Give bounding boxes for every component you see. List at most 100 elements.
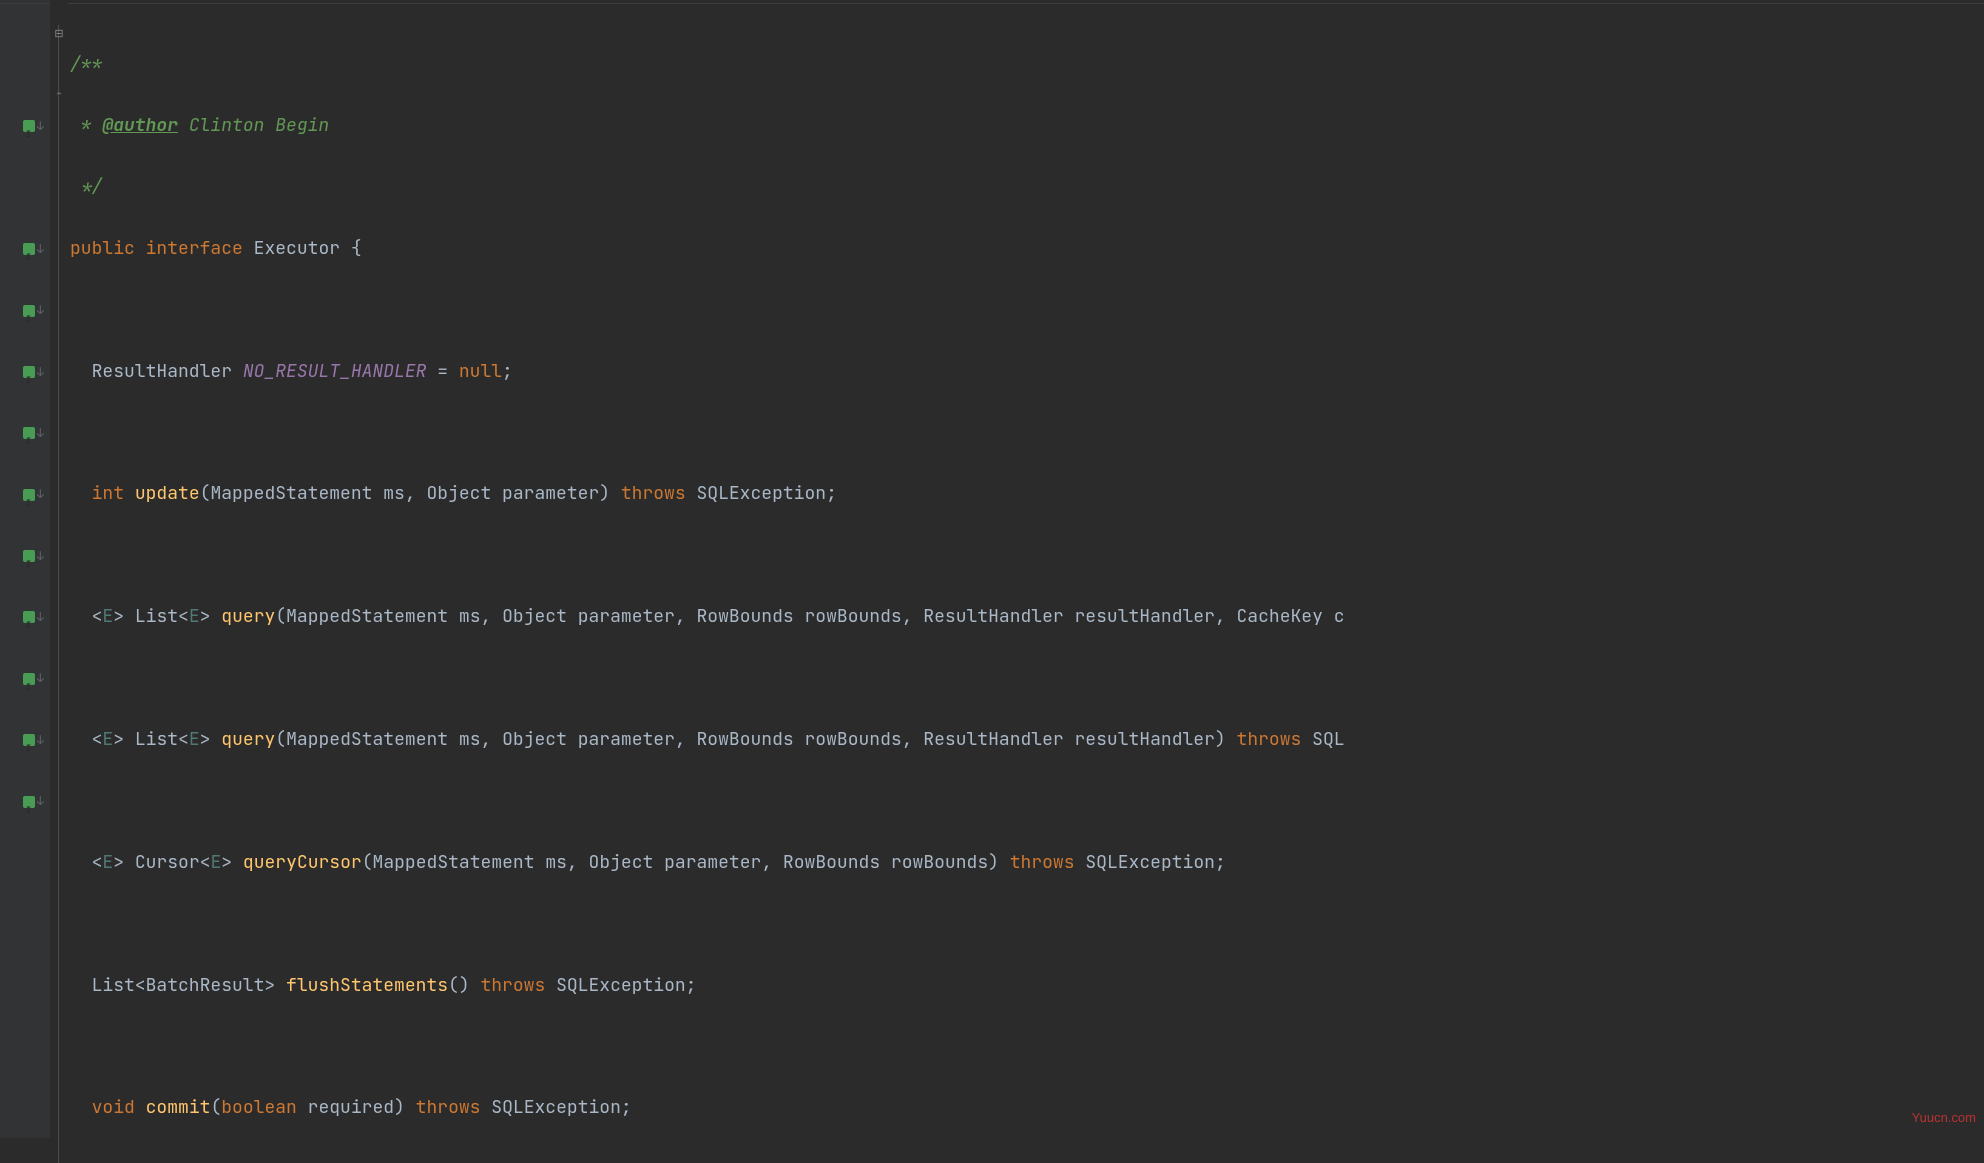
gutter-row[interactable] <box>0 19 50 50</box>
method-name: update <box>135 482 200 505</box>
top-border <box>0 3 1984 4</box>
code-line[interactable]: public interface Executor { <box>70 234 1984 265</box>
code-line[interactable]: * @author Clinton Begin <box>70 111 1984 142</box>
method-name: commit <box>146 1096 211 1119</box>
gutter-row[interactable]: ↓ <box>0 479 50 510</box>
code-line[interactable]: <E> List<E> query(MappedStatement ms, Ob… <box>70 602 1984 633</box>
operator: = <box>426 360 458 383</box>
keyword: throws <box>1237 728 1302 751</box>
doc-comment: /** <box>70 53 102 76</box>
fold-close-icon[interactable] <box>50 80 68 111</box>
keyword: null <box>459 360 502 383</box>
gutter-row[interactable] <box>0 50 50 81</box>
params: required) <box>297 1096 405 1119</box>
implementation-icon[interactable] <box>23 796 35 808</box>
code-line[interactable] <box>70 1032 1984 1063</box>
down-arrow-icon[interactable]: ↓ <box>37 479 44 510</box>
keyword: throws <box>621 482 686 505</box>
code-line[interactable]: List<BatchResult> flushStatements() thro… <box>70 971 1984 1002</box>
code-line[interactable]: */ <box>70 172 1984 203</box>
keyword: throws <box>480 974 545 997</box>
implementation-icon[interactable] <box>23 673 35 685</box>
code-line[interactable] <box>70 786 1984 817</box>
watermark: Yuucn.com <box>1912 1103 1976 1134</box>
gutter-row[interactable]: ↓ <box>0 786 50 817</box>
implementation-icon[interactable] <box>23 366 35 378</box>
keyword: throws <box>416 1096 481 1119</box>
fold-column[interactable] <box>50 0 68 1138</box>
code-line[interactable] <box>70 664 1984 695</box>
fold-guide <box>58 25 59 1163</box>
type: List<E> <box>135 605 211 628</box>
implementation-icon[interactable] <box>23 243 35 255</box>
method-name: queryCursor <box>243 851 362 874</box>
type: ResultHandler <box>92 360 232 383</box>
down-arrow-icon[interactable]: ↓ <box>37 786 44 817</box>
keyword: interface <box>146 237 243 260</box>
code-line[interactable] <box>70 541 1984 572</box>
type: SQLException; <box>556 974 696 997</box>
implementation-icon[interactable] <box>23 734 35 746</box>
gutter-row[interactable]: ↓ <box>0 234 50 265</box>
code-line[interactable]: int update(MappedStatement ms, Object pa… <box>70 479 1984 510</box>
keyword: int <box>92 482 124 505</box>
code-line[interactable]: void commit(boolean required) throws SQL… <box>70 1093 1984 1124</box>
type: Cursor<E> <box>135 851 232 874</box>
code-line[interactable] <box>70 418 1984 449</box>
code-area[interactable]: /** * @author Clinton Begin */ public in… <box>68 0 1984 1138</box>
down-arrow-icon[interactable]: ↓ <box>37 418 44 449</box>
gutter-row[interactable]: ↓ <box>0 111 50 142</box>
doc-tag: @author <box>102 114 178 137</box>
code-line[interactable] <box>70 295 1984 326</box>
params: (MappedStatement ms, Object parameter, R… <box>275 605 1344 628</box>
code-line[interactable]: ResultHandler NO_RESULT_HANDLER = null; <box>70 357 1984 388</box>
gutter-row[interactable]: ↓ <box>0 663 50 694</box>
method-name: query <box>221 728 275 751</box>
generic: <E> <box>92 728 124 751</box>
semicolon: ; <box>502 360 513 383</box>
method-name: flushStatements <box>286 974 448 997</box>
gutter-row[interactable]: ↓ <box>0 541 50 572</box>
interface-name: Executor <box>254 237 340 260</box>
type: SQL <box>1312 728 1344 751</box>
type: SQLException; <box>491 1096 631 1119</box>
gutter-row[interactable] <box>0 80 50 111</box>
doc-comment: */ <box>70 175 102 198</box>
params: (MappedStatement ms, Object parameter, R… <box>275 728 1225 751</box>
gutter-row[interactable]: ↓ <box>0 357 50 388</box>
down-arrow-icon[interactable]: ↓ <box>37 357 44 388</box>
down-arrow-icon[interactable]: ↓ <box>37 234 44 265</box>
params: (MappedStatement ms, Object parameter, R… <box>362 851 999 874</box>
fold-open-icon[interactable] <box>50 19 68 50</box>
gutter-row[interactable]: ↓ <box>0 418 50 449</box>
implementation-icon[interactable] <box>23 427 35 439</box>
implementation-icon[interactable] <box>23 550 35 562</box>
gutter-row[interactable]: ↓ <box>0 602 50 633</box>
type: SQLException; <box>696 482 836 505</box>
code-line[interactable]: /** <box>70 50 1984 81</box>
gutter-row[interactable] <box>0 172 50 203</box>
code-editor: ↓ ↓ ↓ ↓ ↓ ↓ ↓ ↓ ↓ ↓ ↓ /** * @author Clin… <box>0 0 1984 1138</box>
keyword: void <box>92 1096 135 1119</box>
down-arrow-icon[interactable]: ↓ <box>37 725 44 756</box>
implementation-icon[interactable] <box>23 305 35 317</box>
gutter-row[interactable] <box>0 203 50 234</box>
keyword: throws <box>1010 851 1075 874</box>
code-line[interactable] <box>70 909 1984 940</box>
gutter-row[interactable]: ↓ <box>0 295 50 326</box>
down-arrow-icon[interactable]: ↓ <box>37 663 44 694</box>
implementation-icon[interactable] <box>23 120 35 132</box>
params: (MappedStatement ms, Object parameter) <box>200 482 610 505</box>
gutter-row[interactable]: ↓ <box>0 725 50 756</box>
down-arrow-icon[interactable]: ↓ <box>37 541 44 572</box>
keyword: boolean <box>221 1096 297 1119</box>
code-line[interactable]: <E> Cursor<E> queryCursor(MappedStatemen… <box>70 848 1984 879</box>
implementation-icon[interactable] <box>23 611 35 623</box>
code-line[interactable]: <E> List<E> query(MappedStatement ms, Ob… <box>70 725 1984 756</box>
doc-comment: * <box>70 114 102 137</box>
implementation-icon[interactable] <box>23 489 35 501</box>
down-arrow-icon[interactable]: ↓ <box>37 602 44 633</box>
down-arrow-icon[interactable]: ↓ <box>37 111 44 142</box>
gutter[interactable]: ↓ ↓ ↓ ↓ ↓ ↓ ↓ ↓ ↓ ↓ ↓ <box>0 0 50 1138</box>
down-arrow-icon[interactable]: ↓ <box>37 295 44 326</box>
